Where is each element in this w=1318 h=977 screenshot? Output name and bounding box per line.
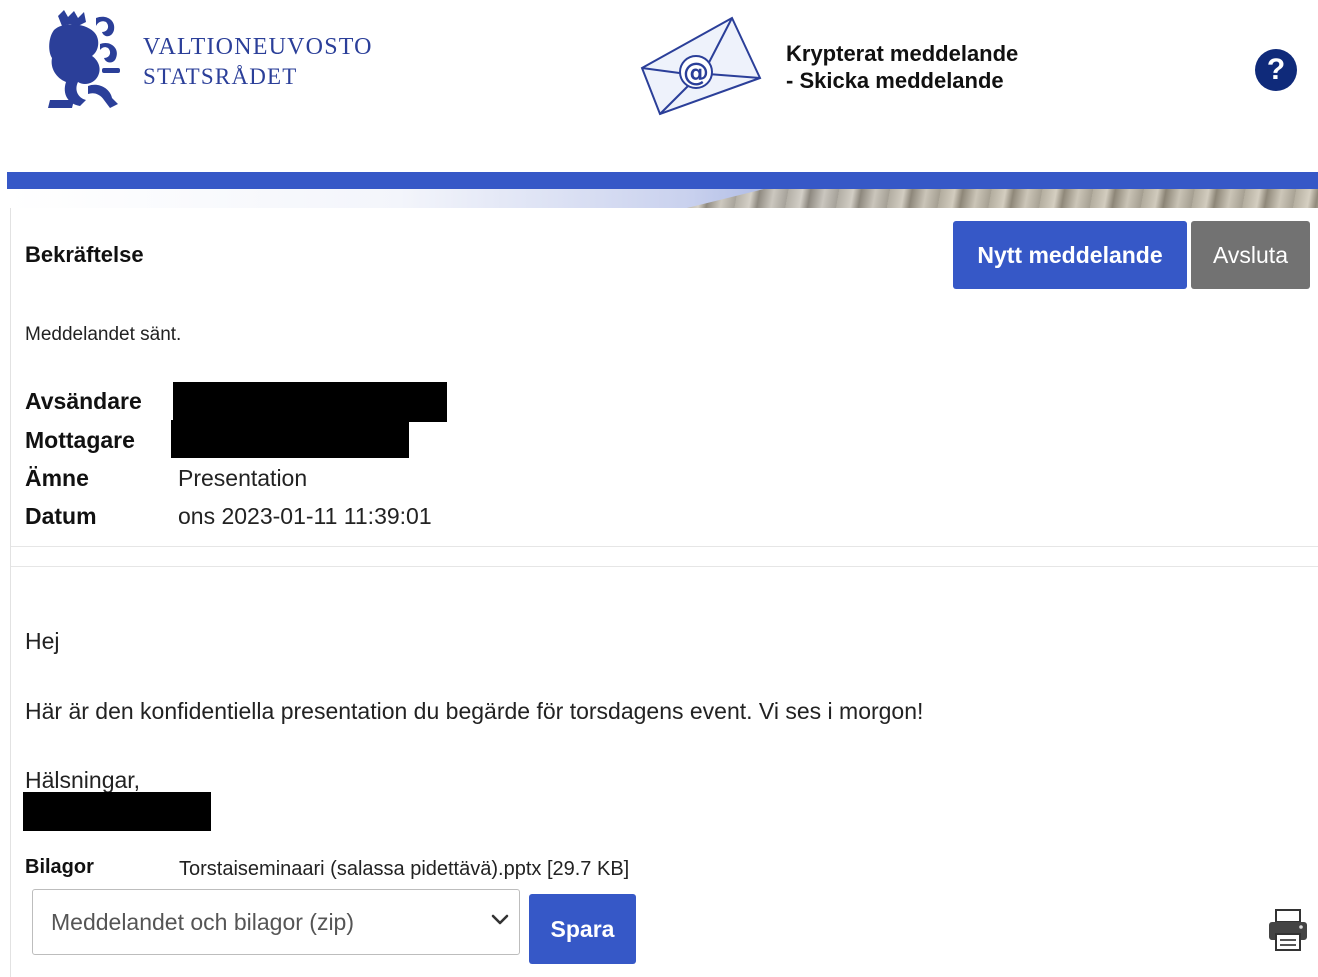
subject-label: Ämne xyxy=(25,465,89,491)
date-label: Datum xyxy=(25,503,97,529)
attachments-label: Bilagor xyxy=(25,856,94,878)
redacted-signature xyxy=(23,792,211,831)
new-message-button[interactable]: Nytt meddelande xyxy=(953,221,1187,289)
save-button[interactable]: Spara xyxy=(529,894,636,964)
recipient-row: Mottagare xyxy=(25,420,625,461)
download-format-select[interactable]: Meddelandet och bilagor (zip) xyxy=(32,889,520,955)
app-title: Krypterat meddelande - Skicka meddelande xyxy=(786,40,1018,94)
divider xyxy=(11,566,1318,567)
help-button[interactable]: ? xyxy=(1255,49,1297,91)
banner-photo-strip xyxy=(687,189,1318,208)
status-message: Meddelandet sänt. xyxy=(25,324,182,345)
divider xyxy=(11,546,1318,547)
subject-row: Ämne Presentation xyxy=(25,461,625,499)
date-row: Datum ons 2023-01-11 11:39:01 xyxy=(25,499,625,537)
header-banner xyxy=(7,172,1318,208)
exit-button[interactable]: Avsluta xyxy=(1191,221,1310,289)
help-icon: ? xyxy=(1266,53,1286,86)
subject-value: Presentation xyxy=(178,465,308,491)
org-name: VALTIONEUVOSTO STATSRÅDET xyxy=(143,32,373,92)
confirmation-panel: Bekräftelse Nytt meddelande Avsluta Medd… xyxy=(10,208,1318,977)
banner-blue-stripe xyxy=(7,172,1318,189)
org-name-finnish: VALTIONEUVOSTO xyxy=(143,34,373,60)
message-body: Här är den konfidentiella presentation d… xyxy=(25,698,924,724)
attachment-file-link[interactable]: Torstaiseminaari (salassa pidettävä).ppt… xyxy=(179,858,629,881)
svg-text:@: @ xyxy=(683,58,709,88)
org-name-swedish: STATSRÅDET xyxy=(143,64,298,89)
recipient-label: Mottagare xyxy=(25,427,135,453)
app-title-line1: Krypterat meddelande xyxy=(786,41,1019,66)
page-header: VALTIONEUVOSTO STATSRÅDET @ Krypterat me… xyxy=(0,0,1318,172)
section-title: Bekräftelse xyxy=(25,242,144,267)
chevron-down-icon xyxy=(491,914,509,925)
sender-label: Avsändare xyxy=(25,388,142,414)
lion-crest-logo-icon xyxy=(48,10,120,108)
download-format-value: Meddelandet och bilagor (zip) xyxy=(51,909,355,935)
app-title-line2: - Skicka meddelande xyxy=(786,68,1004,93)
redacted-recipient xyxy=(171,420,409,458)
encrypted-envelope-icon: @ xyxy=(640,16,762,116)
date-value: ons 2023-01-11 11:39:01 xyxy=(178,503,432,529)
printer-icon[interactable] xyxy=(1267,908,1309,952)
sender-row: Avsändare xyxy=(25,382,625,422)
redacted-sender xyxy=(173,382,447,422)
message-greeting: Hej xyxy=(25,628,60,654)
message-closing: Hälsningar, xyxy=(25,767,141,793)
